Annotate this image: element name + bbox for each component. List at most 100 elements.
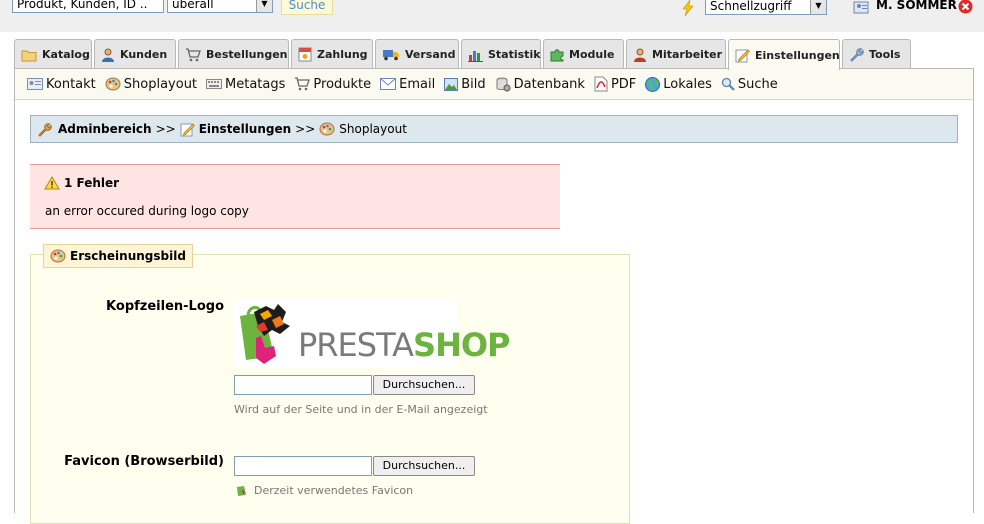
tab-zahlung[interactable]: Zahlung [291,39,373,69]
tab-tools[interactable]: Tools [842,39,911,69]
subnav-item-lokales[interactable]: Lokales [645,76,712,92]
legend-text: Erscheinungsbild [70,249,186,263]
chart-icon [468,48,483,62]
subnav-label: Produkte [313,76,372,92]
error-title: 1 Fehler [44,176,119,190]
globe-icon [645,76,661,92]
tab-versand[interactable]: Versand [375,39,459,69]
subnav-label: PDF [610,76,637,92]
tab-label: Mitarbeiter [652,48,723,61]
lightning-icon [680,0,696,19]
pdf-icon [594,76,608,92]
magnifier-icon [721,77,735,91]
subnav-label: Metatags [225,76,286,92]
subnav-item-email[interactable]: Email [380,77,435,92]
settings-icon [180,122,195,137]
warning-icon [44,176,60,190]
subnav-item-pdf[interactable]: PDF [594,76,636,92]
breadcrumb-separator: >> [155,122,176,136]
tab-label: Module [569,48,615,61]
search-scope-value: überall [172,0,214,11]
quick-access-value: Schnellzugriff [710,0,792,13]
wrench-icon [849,47,864,62]
subnav-item-kontakt[interactable]: Kontakt [27,77,96,92]
quick-access-select[interactable]: Schnellzugriff ▼ [705,0,827,15]
logo-text-shop: SHOP [413,326,510,364]
logo-hint: Wird auf der Seite und in der E-Mail ang… [234,403,488,416]
subnav-item-bild[interactable]: Bild [444,76,486,92]
tab-label: Kunden [120,48,168,61]
search-input[interactable]: Produkt, Kunden, ID .. [12,0,164,13]
error-message: an error occured during logo copy [45,204,249,218]
favicon-hint: Derzeit verwendetes Favicon [254,484,414,497]
puzzle-icon [550,48,564,62]
tab-kunden[interactable]: Kunden [94,39,176,69]
contact-card-icon [27,78,43,90]
error-title-text: 1 Fehler [64,176,120,190]
tab-label: Katalog [42,48,90,61]
favicon-preview-icon [236,484,247,500]
search-scope-select[interactable]: überall ▼ [167,0,273,13]
header-logo-label: Kopfzeilen-Logo [106,299,224,314]
subnav-item-suche[interactable]: Suche [721,77,778,92]
favicon-label: Favicon (Browserbild) [64,454,224,469]
tab-statistik[interactable]: Statistik [461,39,541,69]
subnav-label: Datenbank [513,76,585,92]
truck-icon [382,48,400,61]
user-icon [101,48,115,62]
database-icon [495,77,511,92]
tab-module[interactable]: Module [543,39,624,69]
subnav-label: Suche [737,76,778,92]
palette-icon [105,77,121,91]
palette-icon [50,249,66,263]
tab-label: Versand [405,48,456,61]
payment-icon [298,47,312,62]
sub-navigation: Kontakt Shoplayout Metatags Produkte Ema… [14,68,974,100]
fieldset-legend: Erscheinungsbild [43,244,193,268]
subnav-item-shoplayout[interactable]: Shoplayout [105,77,197,92]
subnav-label: Bild [461,76,486,92]
error-box: 1 Fehler an error occured during logo co… [30,164,560,229]
favicon-file-input[interactable] [234,456,372,476]
subnav-label: Email [399,76,436,92]
search-button[interactable]: Suche [281,0,333,15]
subnav-label: Kontakt [46,76,96,92]
tab-label: Tools [869,48,901,61]
favicon-browse-button[interactable]: Durchsuchen... [373,456,475,476]
keyboard-icon [206,79,223,89]
subnav-item-metatags[interactable]: Metatags [206,77,285,92]
subnav-label: Lokales [663,76,712,92]
staff-icon [633,48,647,62]
logo-browse-button[interactable]: Durchsuchen... [373,375,475,395]
tab-label: Statistik [488,48,541,61]
wrench-icon [37,122,52,137]
employee-icon [853,0,869,17]
breadcrumb-section[interactable]: Einstellungen [199,122,291,136]
breadcrumb-root[interactable]: Adminbereich [58,122,152,136]
chevron-down-icon: ▼ [256,0,272,12]
cart-icon [185,47,201,62]
user-name: M. SOMMER [876,0,957,12]
tab-label: Einstellungen [755,48,840,62]
folder-icon [21,48,37,62]
tab-katalog[interactable]: Katalog [14,39,92,69]
logo-file-input[interactable] [234,375,372,395]
image-icon [444,77,459,91]
tab-mitarbeiter[interactable]: Mitarbeiter [626,39,726,69]
subnav-item-produkte[interactable]: Produkte [294,77,371,92]
tab-label: Zahlung [317,48,368,61]
subnav-item-datenbank[interactable]: Datenbank [495,77,585,92]
settings-icon [735,48,750,63]
logo-text-presta: PRESTA [298,326,414,364]
palette-icon [319,122,335,136]
logo-wordmark: PRESTASHOP [298,326,511,364]
email-icon [380,78,397,90]
tab-bestellungen[interactable]: Bestellungen [178,39,289,69]
subnav-label: Shoplayout [123,76,198,92]
tab-einstellungen[interactable]: Einstellungen [728,39,840,70]
cart-icon [294,77,311,91]
chevron-down-icon: ▼ [810,0,826,14]
breadcrumb: Adminbereich >> Einstellungen >> Shoplay… [30,115,958,143]
logout-icon[interactable] [958,0,973,17]
breadcrumb-separator: >> [295,122,316,136]
